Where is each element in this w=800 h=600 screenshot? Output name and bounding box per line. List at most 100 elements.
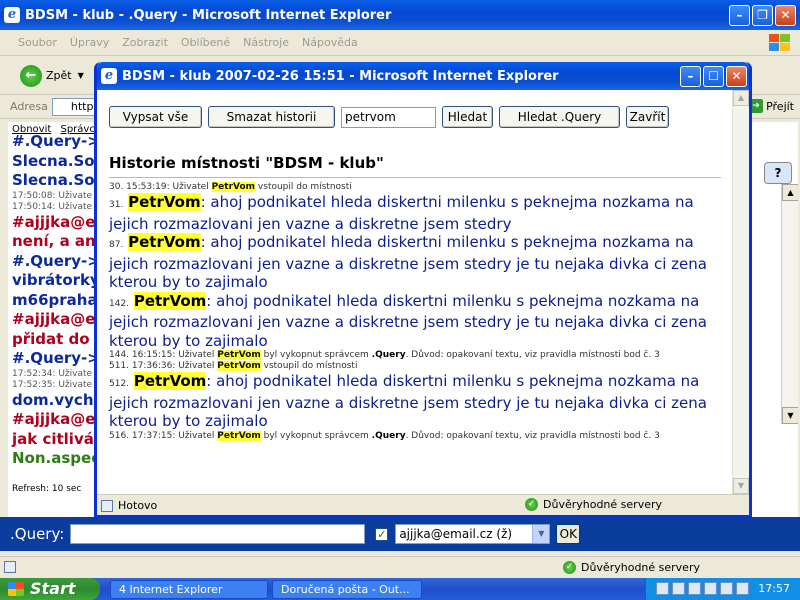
system-text: byl vykopnut správcem xyxy=(260,430,372,441)
chat-line: Slecna.Sou xyxy=(12,151,106,170)
popup-trusted-zone: ✓ Důvěryhodné servery xyxy=(525,498,662,511)
go-button[interactable]: ➜ Přejít xyxy=(749,99,794,113)
history-system-line: 516. 17:37:15: Uživatel PetrVom byl vyko… xyxy=(109,430,721,442)
clock[interactable]: 17:57 xyxy=(758,578,790,600)
chat-line: dom.vycho xyxy=(12,390,104,409)
page-status: Hotovo xyxy=(101,499,157,512)
chat-line: 17:52:35: Uživate xyxy=(12,379,93,390)
trusted-zone: ✓ Důvěryhodné servery xyxy=(562,561,700,574)
chat-line: Slecna.Sou xyxy=(12,171,106,189)
taskbar-item-outlook[interactable]: Doručená pošta - Out... xyxy=(272,580,422,599)
popup-scrollbar[interactable]: ▲ ▼ xyxy=(732,90,749,494)
chevron-down-icon[interactable]: ▼ xyxy=(532,525,550,543)
windows-flag-icon xyxy=(8,582,24,596)
system-text: . Důvod: opakovaní textu, viz pravidla m… xyxy=(405,350,660,360)
menu-oblibene[interactable]: Oblíbené xyxy=(181,36,230,49)
restore-button[interactable]: ❐ xyxy=(752,5,773,26)
chevron-down-icon[interactable]: ▼ xyxy=(78,71,84,80)
chat-line: 17:50:14: Uživate xyxy=(12,201,93,212)
message-number: 87. xyxy=(109,240,124,250)
menu-soubor[interactable]: Soubor xyxy=(18,36,57,49)
nick-highlight[interactable]: PetrVom xyxy=(133,291,207,310)
start-label: Start xyxy=(30,579,76,598)
close-button[interactable]: ✕ xyxy=(775,5,796,26)
query-label: .Query: xyxy=(10,525,65,543)
history-heading: Historie místnosti "BDSM - klub" xyxy=(109,154,384,172)
chat-line: není, a ani xyxy=(12,232,101,250)
help-button[interactable]: ? xyxy=(764,162,792,184)
history-popup-window: e BDSM - klub 2007-02-26 15:51 - Microso… xyxy=(94,62,752,518)
popup-close-button[interactable]: ✕ xyxy=(726,66,747,87)
popup-titlebar[interactable]: e BDSM - klub 2007-02-26 15:51 - Microso… xyxy=(97,62,749,90)
menu-zobrazit[interactable]: Zobrazit xyxy=(122,36,168,49)
popup-window-controls: – ☐ ✕ xyxy=(680,66,747,87)
menu-upravy[interactable]: Úpravy xyxy=(70,36,109,49)
outer-titlebar[interactable]: e BDSM - klub - .Query - Microsoft Inter… xyxy=(0,0,800,30)
message-number: 31. xyxy=(109,200,124,210)
popup-content: Vypsat vše Smazat historii petrvom Hleda… xyxy=(97,90,749,494)
search-query-button[interactable]: Hledat .Query xyxy=(499,106,620,128)
history-list: 30. 15:53:19: Uživatel PetrVom vstoupil … xyxy=(109,182,721,442)
history-message: 142. PetrVom: ahoj podnikatel hleda disk… xyxy=(109,291,721,351)
address-label: Adresa xyxy=(10,100,48,113)
chat-scrollbar[interactable]: ▲ ▼ xyxy=(781,184,798,424)
address-input[interactable]: http xyxy=(51,97,97,116)
system-text: byl vykopnut správcem xyxy=(260,350,372,360)
history-system-line: 30. 15:53:19: Uživatel PetrVom vstoupil … xyxy=(109,182,721,193)
outer-window-title: BDSM - klub - .Query - Microsoft Interne… xyxy=(25,7,392,23)
scroll-up-icon[interactable]: ▲ xyxy=(782,184,798,201)
nick-highlight[interactable]: PetrVom xyxy=(133,372,207,390)
menu-napoveda[interactable]: Nápověda xyxy=(302,36,358,49)
nick-highlight[interactable]: PetrVom xyxy=(217,430,261,441)
tray-icon[interactable] xyxy=(736,582,749,595)
ok-button[interactable]: OK xyxy=(556,524,581,544)
chat-line: 17:50:08: Uživate xyxy=(12,190,93,201)
divider xyxy=(109,177,721,178)
minimize-button[interactable]: – xyxy=(729,5,750,26)
tray-icon[interactable] xyxy=(688,582,701,595)
nick-highlight[interactable]: PetrVom xyxy=(217,361,261,371)
search-button[interactable]: Hledat xyxy=(442,106,493,128)
refresh-interval: Refresh: 10 sec xyxy=(12,484,82,494)
taskbar-item-ie[interactable]: 4 Internet Explorer xyxy=(110,580,268,599)
list-all-button[interactable]: Vypsat vše xyxy=(109,106,202,128)
back-button[interactable]: ← Zpět ▼ xyxy=(20,64,84,87)
tray-icon[interactable] xyxy=(720,582,733,595)
close-history-button[interactable]: Zavřít xyxy=(626,106,669,128)
admin-name: .Query xyxy=(371,350,406,360)
chat-line: m66praha: xyxy=(12,290,104,309)
menu-nastroje[interactable]: Nástroje xyxy=(243,36,289,49)
start-button[interactable]: Start xyxy=(0,578,100,600)
message-number: 512. xyxy=(109,379,130,389)
system-text: vstoupil do místnosti xyxy=(255,182,352,192)
back-label: Zpět xyxy=(46,69,72,82)
popup-minimize-button[interactable]: – xyxy=(680,66,701,87)
nick-highlight[interactable]: PetrVom xyxy=(217,350,261,360)
taskbar: Start 4 Internet Explorer Doručená pošta… xyxy=(0,578,800,600)
popup-window-title: BDSM - klub 2007-02-26 15:51 - Microsoft… xyxy=(122,68,559,84)
chat-line: vibrátorky xyxy=(12,271,100,289)
query-input-row: .Query: ✓ ajjjka@email.cz (ž) ▼ OK xyxy=(0,517,800,551)
delete-history-button[interactable]: Smazat historii xyxy=(208,106,335,128)
history-search-input[interactable]: petrvom xyxy=(341,106,436,128)
message-input[interactable] xyxy=(70,524,366,544)
private-checkbox[interactable]: ✓ xyxy=(375,527,389,541)
scroll-down-icon[interactable]: ▼ xyxy=(782,407,798,424)
nick-highlight[interactable]: PetrVom xyxy=(128,193,201,211)
history-message: 31. PetrVom: ahoj podnikatel hleda diske… xyxy=(109,193,721,233)
tray-icon[interactable] xyxy=(656,582,669,595)
page-status-text: Hotovo xyxy=(118,499,158,512)
recipient-select[interactable]: ajjjka@email.cz (ž) ▼ xyxy=(395,524,551,544)
popup-trusted-zone-label: Důvěryhodné servery xyxy=(543,498,663,511)
scroll-down-icon[interactable]: ▼ xyxy=(733,478,749,494)
history-message: 87. PetrVom: ahoj podnikatel hleda diske… xyxy=(109,233,721,292)
history-toolbar: Vypsat vše Smazat historii petrvom Hleda… xyxy=(109,106,675,128)
scroll-up-icon[interactable]: ▲ xyxy=(733,90,749,106)
chat-line: Non.aspec xyxy=(12,449,101,467)
tray-icon[interactable] xyxy=(704,582,717,595)
tray-icon[interactable] xyxy=(672,582,685,595)
nick-highlight[interactable]: PetrVom xyxy=(211,182,256,192)
nick-highlight[interactable]: PetrVom xyxy=(128,233,201,251)
recipient-value: ajjjka@email.cz (ž) xyxy=(399,527,513,541)
popup-maximize-button[interactable]: ☐ xyxy=(703,66,724,87)
